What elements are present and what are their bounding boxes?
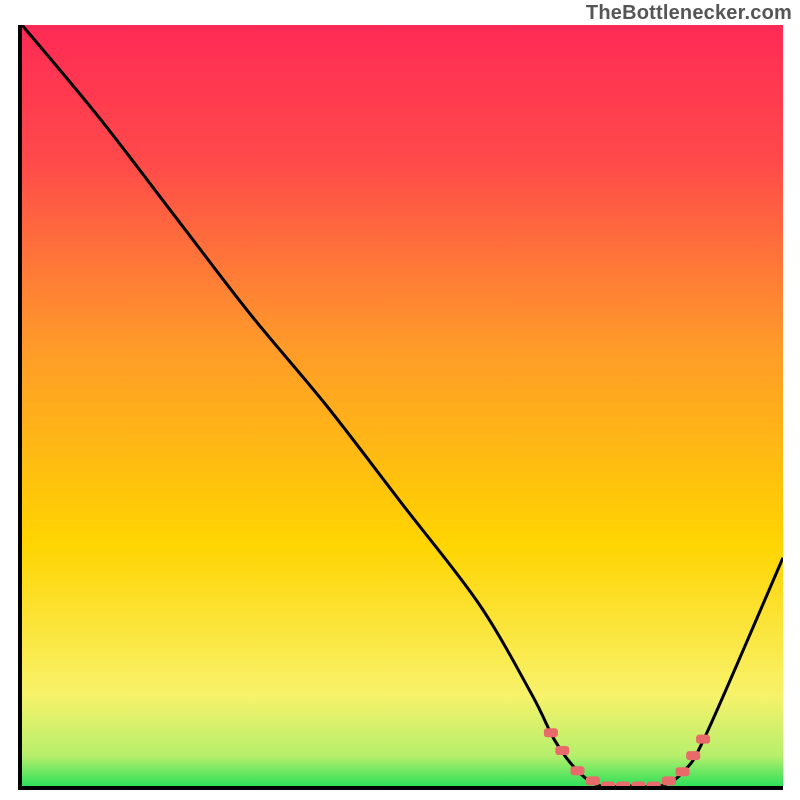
optimal-marker <box>696 735 710 744</box>
optimal-marker <box>676 767 690 776</box>
optimal-marker <box>544 728 558 737</box>
optimal-marker <box>555 746 569 755</box>
optimal-marker <box>571 766 585 775</box>
optimal-marker <box>662 776 676 785</box>
bottleneck-curve <box>22 25 783 786</box>
optimal-marker <box>647 782 661 787</box>
optimal-marker <box>616 782 630 787</box>
optimal-marker <box>686 751 700 760</box>
optimal-marker <box>601 782 615 787</box>
optimal-marker <box>631 782 645 787</box>
chart-container: { "attribution": "TheBottlenecker.com", … <box>0 0 800 800</box>
plot-frame <box>18 25 783 790</box>
optimal-markers <box>544 728 710 786</box>
attribution-text: TheBottlenecker.com <box>586 2 792 25</box>
optimal-marker <box>586 776 600 785</box>
plot-area <box>22 25 783 786</box>
curve-layer <box>22 25 783 786</box>
